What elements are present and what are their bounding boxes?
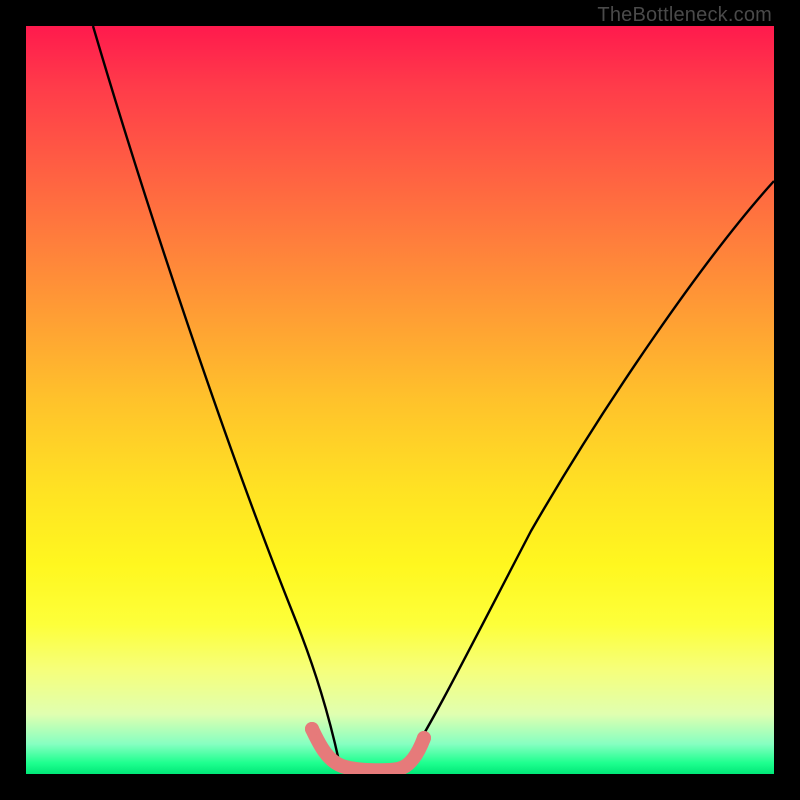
- chart-plot-area: [26, 26, 774, 774]
- band-end-right: [417, 731, 431, 745]
- credit-label: TheBottleneck.com: [597, 4, 772, 27]
- optimal-band: [312, 729, 424, 770]
- chart-frame: TheBottleneck.com: [0, 0, 800, 800]
- curve-right: [406, 181, 774, 763]
- chart-svg: [26, 26, 774, 774]
- band-end-left: [305, 722, 319, 736]
- curve-left: [93, 26, 339, 761]
